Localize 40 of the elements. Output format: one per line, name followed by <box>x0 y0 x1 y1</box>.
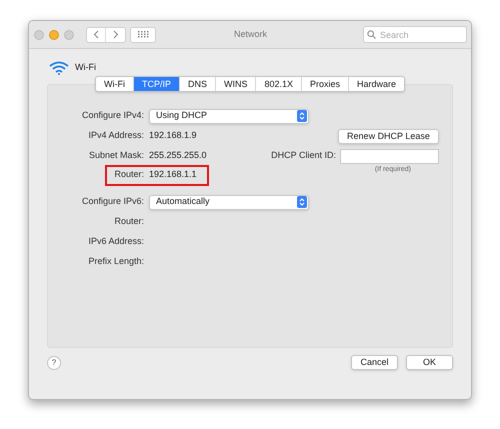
tab[interactable]: Hardware <box>348 77 404 91</box>
popup-menu[interactable]: Using DHCP <box>149 108 309 124</box>
field-label: IPv6 Address: <box>87 235 144 248</box>
field-label: Subnet Mask: <box>88 149 144 162</box>
field-value: 255.255.255.0 <box>149 149 207 162</box>
help-button[interactable]: ? <box>47 356 61 370</box>
window-title: Network <box>234 28 268 41</box>
chevron-right-icon <box>112 30 118 39</box>
field-label: Router: <box>113 168 144 182</box>
renew-dhcp-lease-button[interactable]: Renew DHCP Lease <box>338 128 439 144</box>
dialog-button[interactable]: OK <box>406 355 453 370</box>
field-value: 192.168.1.9 <box>149 129 197 142</box>
minimize-icon[interactable] <box>49 30 59 40</box>
field-label: DHCP Client ID: <box>271 149 336 162</box>
field-label: Configure IPv6: <box>80 195 144 208</box>
field-label: Configure IPv4: <box>80 109 144 122</box>
tab[interactable]: 802.1X <box>255 77 302 91</box>
grid-icon <box>138 31 148 38</box>
stepper-icon <box>297 110 307 122</box>
field-label: Prefix Length: <box>87 255 144 268</box>
tab[interactable]: TCP/IP <box>132 77 179 91</box>
wifi-icon <box>49 61 69 75</box>
zoom-icon[interactable] <box>64 30 74 40</box>
search-field[interactable]: Search <box>363 26 467 43</box>
close-icon[interactable] <box>34 30 44 40</box>
field-label: IPv4 Address: <box>87 129 144 142</box>
show-all-button[interactable] <box>130 26 156 42</box>
popup-menu[interactable]: Automatically <box>149 194 309 210</box>
chevron-left-icon <box>93 30 99 39</box>
search-icon <box>367 30 376 39</box>
tab[interactable]: Wi-Fi <box>96 77 133 91</box>
dialog-button[interactable]: Cancel <box>351 355 398 370</box>
interface-name: Wi-Fi <box>75 61 96 74</box>
stepper-icon <box>297 196 307 208</box>
dhcp-client-id-field[interactable] <box>340 148 439 164</box>
field-value: 192.168.1.1 <box>149 168 197 182</box>
tab[interactable]: Proxies <box>301 77 348 91</box>
field-label: Router: <box>113 215 144 228</box>
tab[interactable]: DNS <box>178 77 215 91</box>
tab[interactable]: WINS <box>214 77 256 91</box>
